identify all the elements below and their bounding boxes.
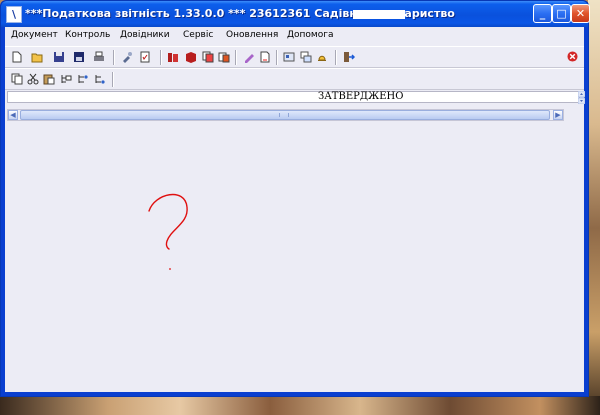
books-icon[interactable] bbox=[167, 51, 179, 63]
toolbar-separator bbox=[160, 50, 161, 65]
exit-icon[interactable] bbox=[343, 51, 355, 63]
menu-updates[interactable]: Оновлення bbox=[226, 30, 278, 40]
tree-add-icon[interactable] bbox=[60, 73, 72, 85]
question-mark-annotation bbox=[148, 193, 188, 270]
title-bar[interactable]: \ ***Податкова звітність 1.33.0.0 *** 23… bbox=[1, 1, 590, 27]
work-area bbox=[5, 123, 584, 392]
bell-icon[interactable] bbox=[316, 51, 328, 63]
scroll-left-arrow[interactable]: ◀ bbox=[8, 110, 18, 120]
close-icon[interactable] bbox=[567, 51, 578, 62]
document-page-icon[interactable] bbox=[259, 51, 271, 63]
windows-icon[interactable] bbox=[300, 51, 312, 63]
toolbar-separator bbox=[335, 50, 336, 65]
tree-link-icon[interactable] bbox=[77, 73, 89, 85]
desktop-background-right bbox=[588, 0, 600, 415]
menu-control[interactable]: Контроль bbox=[65, 30, 110, 40]
paste-documents-icon[interactable] bbox=[218, 51, 230, 63]
print-icon[interactable] bbox=[93, 51, 105, 63]
document-header: ЗАТВЕРДЖЕНО bbox=[7, 91, 580, 103]
edit-pencil-icon[interactable] bbox=[243, 51, 255, 63]
scroll-thumb[interactable] bbox=[20, 110, 550, 120]
open-folder-icon[interactable] bbox=[31, 51, 43, 63]
app-icon[interactable]: \ bbox=[6, 6, 22, 23]
approved-status-label: ЗАТВЕРДЖЕНО bbox=[318, 91, 404, 102]
main-toolbar bbox=[5, 46, 584, 68]
tree-branch-icon[interactable] bbox=[94, 73, 106, 85]
maximize-button[interactable]: □ bbox=[552, 4, 571, 23]
toolbar-separator bbox=[112, 72, 113, 87]
paste-icon[interactable] bbox=[43, 73, 55, 85]
tools-icon[interactable] bbox=[121, 51, 133, 63]
minimize-button[interactable]: _ bbox=[533, 4, 552, 23]
menu-help[interactable]: Допомога bbox=[287, 30, 333, 40]
horizontal-scrollbar[interactable]: ◀ ▶ bbox=[7, 109, 564, 121]
menu-bar: Документ Контроль Довідники Сервіс Оновл… bbox=[5, 27, 584, 45]
menu-service[interactable]: Сервіс bbox=[183, 30, 213, 40]
save-as-icon[interactable] bbox=[73, 51, 85, 63]
close-button[interactable]: ✕ bbox=[571, 4, 590, 23]
scroll-grip bbox=[279, 113, 289, 117]
secondary-toolbar bbox=[5, 68, 584, 90]
scissors-icon[interactable] bbox=[27, 73, 39, 85]
menu-directories[interactable]: Довідники bbox=[120, 30, 170, 40]
copy-icon[interactable] bbox=[11, 73, 23, 85]
toolbar-separator bbox=[113, 50, 114, 65]
save-icon[interactable] bbox=[53, 51, 65, 63]
app-window: \ ***Податкова звітність 1.33.0.0 *** 23… bbox=[0, 0, 590, 397]
new-document-icon[interactable] bbox=[11, 51, 23, 63]
toolbar-separator bbox=[276, 50, 277, 65]
redacted-title-area bbox=[353, 10, 405, 19]
vertical-scroll-mini[interactable] bbox=[578, 91, 585, 104]
scroll-right-arrow[interactable]: ▶ bbox=[553, 110, 563, 120]
menu-document[interactable]: Документ bbox=[11, 30, 58, 40]
settings-icon[interactable] bbox=[283, 51, 295, 63]
desktop-background-bottom bbox=[0, 396, 600, 415]
toolbar-separator bbox=[235, 50, 236, 65]
copy-documents-icon[interactable] bbox=[202, 51, 214, 63]
checklist-icon[interactable] bbox=[139, 51, 151, 63]
book-icon[interactable] bbox=[185, 51, 197, 63]
client-area: Документ Контроль Довідники Сервіс Оновл… bbox=[5, 27, 585, 392]
